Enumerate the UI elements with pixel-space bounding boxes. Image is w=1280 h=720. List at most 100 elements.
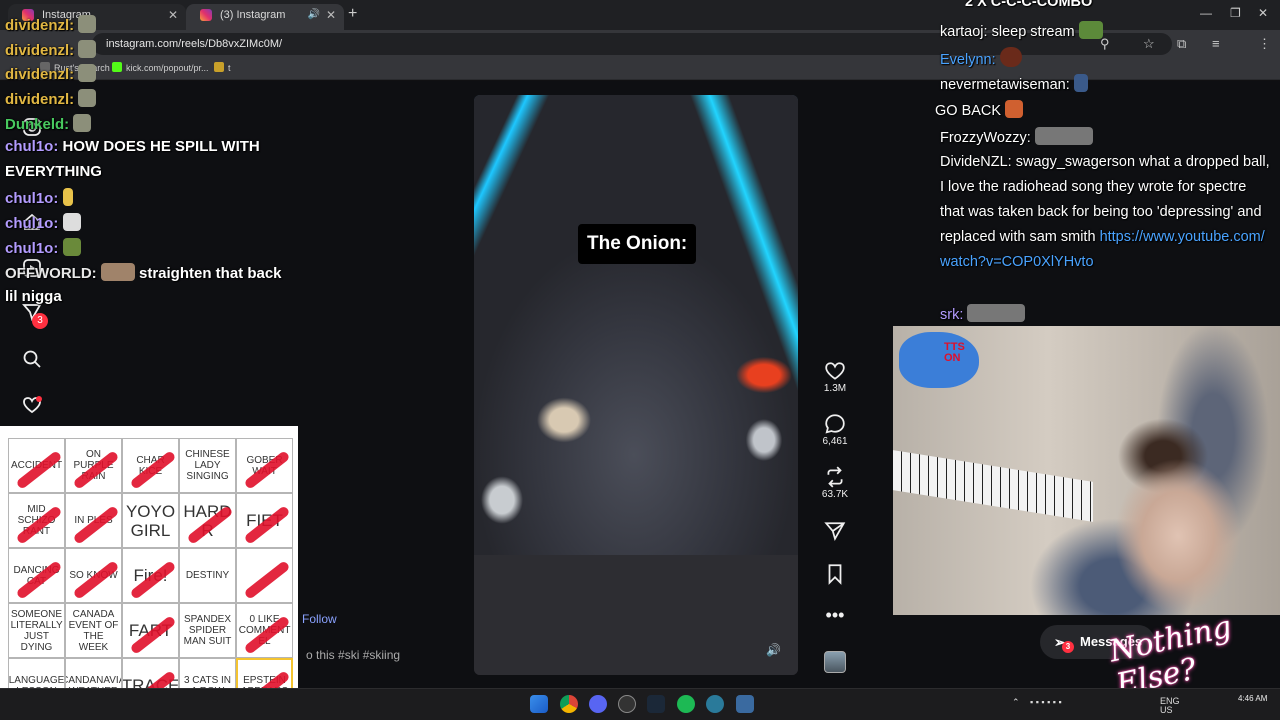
- comment-button[interactable]: 6,461: [820, 413, 850, 447]
- app-icon[interactable]: [618, 695, 636, 713]
- steam-icon[interactable]: [647, 695, 665, 713]
- audio-thumbnail[interactable]: [824, 651, 846, 673]
- bookmark-icon: [214, 62, 224, 72]
- webcam-overlay: TTS ON: [893, 326, 1280, 615]
- close-icon[interactable]: ✕: [168, 4, 178, 26]
- emote-icon: [1073, 74, 1088, 92]
- bookmark-t[interactable]: t: [214, 62, 231, 73]
- language-indicator[interactable]: ENG US: [1160, 697, 1180, 715]
- bingo-cell: CANADA EVENT OF THE WEEK: [65, 603, 122, 658]
- follow-button[interactable]: Follow: [302, 612, 337, 626]
- url-text: instagram.com/reels/Db8vxZIMc0M/: [106, 38, 283, 50]
- notification-badge: 3: [32, 313, 48, 329]
- emote-icon: [999, 47, 1022, 67]
- browser-icon[interactable]: [706, 695, 724, 713]
- heart-icon[interactable]: [22, 395, 42, 415]
- emote-icon: [78, 64, 97, 82]
- media-icon[interactable]: ≡: [1212, 36, 1220, 51]
- piano-keyboard: [893, 450, 1093, 522]
- more-icon: •••: [825, 605, 845, 625]
- chat-line: chul1o: HOW DOES HE SPILL WITH: [5, 138, 260, 155]
- like-count: 1.3M: [823, 383, 847, 394]
- chat-line: dividenzl:: [5, 89, 97, 108]
- chat-line: chul1o:: [5, 213, 81, 232]
- bingo-cell: [236, 548, 293, 603]
- spotify-icon[interactable]: [677, 695, 695, 713]
- maximize-icon[interactable]: ❐: [1230, 6, 1241, 20]
- video-frame: [474, 95, 798, 555]
- new-tab-button[interactable]: +: [348, 5, 357, 23]
- tts-on-badge: TTS ON: [899, 332, 979, 388]
- emote-icon: [78, 89, 97, 107]
- search-icon[interactable]: [22, 349, 42, 369]
- like-button[interactable]: 1.3M: [820, 360, 850, 394]
- chat-line: nevermetawiseman:: [940, 74, 1088, 93]
- bingo-cell: SPANDEX SPIDER MAN SUIT: [179, 603, 236, 658]
- discord-icon[interactable]: [589, 695, 607, 713]
- tray-chevron-icon[interactable]: ⌃: [1012, 697, 1020, 708]
- bingo-cell: MID SCHIZO RANT: [8, 493, 65, 548]
- repost-count: 63.7K: [821, 489, 849, 500]
- chat-line: lil nigga: [5, 288, 62, 305]
- tab-instagram-active[interactable]: (3) Instagram 🔊 ✕: [186, 4, 344, 30]
- kick-icon: [112, 62, 122, 72]
- chat-line: srk:: [940, 304, 1026, 323]
- instagram-icon: [200, 9, 212, 21]
- repost-button[interactable]: 63.7K: [820, 466, 850, 500]
- emote-icon: [62, 238, 81, 256]
- video-lower-area: [474, 555, 798, 675]
- bingo-cell: 0 LIKE COMMENT EL: [236, 603, 293, 658]
- bingo-cell: GOBER WAIT: [236, 438, 293, 493]
- bingo-cell: DESTINY: [179, 548, 236, 603]
- reel-description: o this #ski #skiing: [306, 648, 401, 662]
- bingo-cell: YOYO GIRL: [122, 493, 179, 548]
- bingo-cell: SO KNOW: [65, 548, 122, 603]
- bingo-cell: DANCING CAT: [8, 548, 65, 603]
- screen: Instagram ✕ (3) Instagram 🔊 ✕ + — ❐ ✕ in…: [0, 0, 1280, 720]
- repost-icon: [820, 466, 850, 488]
- close-window-icon[interactable]: ✕: [1258, 6, 1268, 20]
- clock[interactable]: 4:46 AM: [1238, 694, 1267, 704]
- menu-icon[interactable]: ⋮: [1258, 36, 1271, 52]
- bingo-cell: FART: [122, 603, 179, 658]
- extensions-icon[interactable]: ⧉: [1177, 36, 1186, 52]
- heart-icon: [820, 360, 850, 382]
- start-icon[interactable]: [530, 695, 548, 713]
- emote-icon: [967, 304, 1026, 322]
- bingo-cell: SOMEONE LITERALLY JUST DYING: [8, 603, 65, 658]
- emote-icon: [62, 188, 73, 206]
- emote-icon: [1034, 127, 1093, 145]
- bingo-cell: ON PURPLE RAIN: [65, 438, 122, 493]
- emote-icon: [78, 40, 97, 58]
- chat-line: Dunkeld:: [5, 114, 92, 133]
- chat-line: dividenzl:: [5, 15, 97, 34]
- save-button[interactable]: [820, 563, 850, 585]
- minimize-icon[interactable]: —: [1200, 6, 1212, 20]
- emote-icon: [1078, 21, 1103, 39]
- share-icon: [820, 520, 850, 542]
- bookmark-kick[interactable]: kick.com/popout/pr...: [112, 62, 209, 73]
- bingo-cell: FIET: [236, 493, 293, 548]
- bookmark-icon: [820, 563, 850, 585]
- emote-icon: [73, 114, 92, 132]
- star-icon[interactable]: ☆: [1143, 36, 1155, 52]
- chrome-icon[interactable]: [560, 695, 578, 713]
- emote-icon: [62, 213, 81, 231]
- emote-icon: [78, 15, 97, 33]
- chat-line: dividenzl:: [5, 64, 97, 83]
- comment-icon: [820, 413, 850, 435]
- emote-icon: [100, 263, 135, 281]
- chat-line: dividenzl:: [5, 40, 97, 59]
- speaker-icon[interactable]: 🔊: [308, 4, 320, 26]
- reel-video[interactable]: [474, 95, 798, 675]
- chat-line: chul1o:: [5, 238, 81, 257]
- share-button[interactable]: [820, 520, 850, 542]
- video-caption: The Onion:: [578, 224, 697, 264]
- more-button[interactable]: •••: [820, 604, 850, 626]
- close-icon[interactable]: ✕: [326, 4, 336, 26]
- app-icon[interactable]: [736, 695, 754, 713]
- chat-line: kartaoj: sleep stream: [940, 21, 1103, 40]
- messages-badge: 3: [1062, 641, 1074, 653]
- tray-icon[interactable]: ▪ ▪ ▪ ▪ ▪ ▪: [1030, 697, 1062, 707]
- volume-icon[interactable]: 🔊: [766, 643, 781, 657]
